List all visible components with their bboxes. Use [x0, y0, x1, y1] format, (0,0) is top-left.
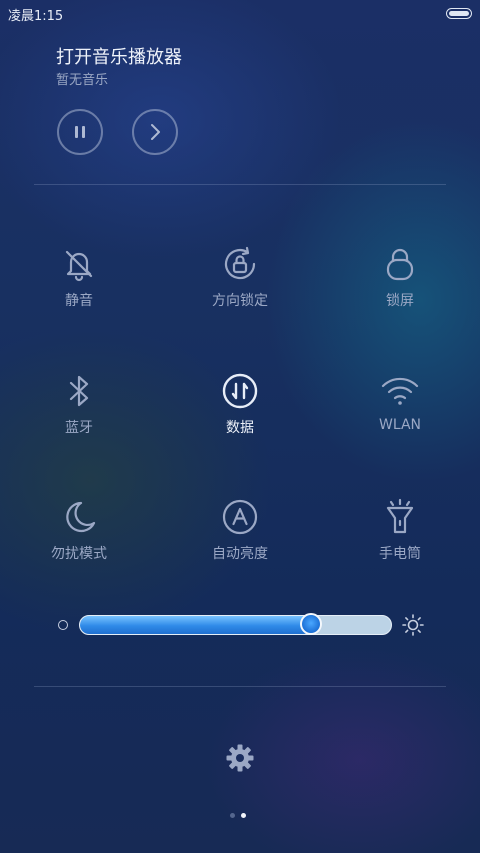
moon-icon	[59, 497, 99, 537]
brightness-low-icon	[58, 620, 68, 630]
brightness-control	[0, 606, 480, 646]
toggle-lock-screen[interactable]: 锁屏	[340, 244, 460, 310]
battery-icon	[446, 8, 472, 19]
toggle-label: WLAN	[378, 417, 421, 433]
toggle-do-not-disturb[interactable]: 勿扰模式	[19, 497, 139, 563]
sun-icon	[402, 614, 424, 636]
next-button[interactable]	[132, 109, 178, 155]
bluetooth-icon	[59, 371, 99, 411]
auto-brightness-icon	[220, 497, 260, 537]
divider-top	[34, 184, 446, 185]
chevron-right-icon	[151, 124, 160, 140]
toggle-rotation-lock[interactable]: 方向锁定	[180, 244, 300, 310]
brightness-slider-track[interactable]	[79, 615, 392, 635]
toggle-label: 静音	[65, 293, 93, 309]
brightness-slider-fill	[80, 616, 312, 634]
pause-button[interactable]	[57, 109, 103, 155]
toggle-label: 自动亮度	[212, 546, 268, 562]
music-subtitle: 暂无音乐	[56, 73, 109, 88]
gear-icon	[226, 744, 254, 772]
toggle-flashlight[interactable]: 手电筒	[340, 497, 460, 563]
music-player-title[interactable]: 打开音乐播放器	[56, 43, 182, 69]
page-indicator	[230, 813, 252, 819]
brightness-slider-thumb[interactable]	[299, 613, 322, 635]
pause-icon	[75, 126, 85, 138]
status-time: 凌晨1:15	[8, 9, 64, 24]
toggle-mute[interactable]: 静音	[19, 244, 139, 310]
toggle-mobile-data[interactable]: 数据	[180, 371, 300, 437]
divider-bottom	[34, 686, 446, 687]
mobile-data-icon	[220, 371, 260, 411]
page-dot	[230, 813, 235, 818]
wifi-icon	[380, 371, 420, 411]
toggle-label: 蓝牙	[65, 420, 93, 436]
toggle-wlan[interactable]: WLAN	[340, 371, 460, 433]
toggle-label: 锁屏	[386, 293, 414, 309]
settings-button[interactable]	[224, 742, 256, 774]
page-dot	[241, 813, 246, 818]
rotation-lock-icon	[220, 244, 260, 284]
toggle-label: 方向锁定	[212, 293, 268, 309]
toggle-label: 手电筒	[379, 546, 421, 562]
flashlight-icon	[380, 497, 420, 537]
status-bar: 凌晨1:15	[0, 0, 480, 26]
toggle-label: 数据	[226, 420, 254, 436]
toggle-auto-brightness[interactable]: 自动亮度	[180, 497, 300, 563]
lock-icon	[380, 244, 420, 284]
toggle-bluetooth[interactable]: 蓝牙	[19, 371, 139, 437]
toggle-label: 勿扰模式	[51, 546, 107, 562]
mute-bell-icon	[59, 244, 99, 284]
